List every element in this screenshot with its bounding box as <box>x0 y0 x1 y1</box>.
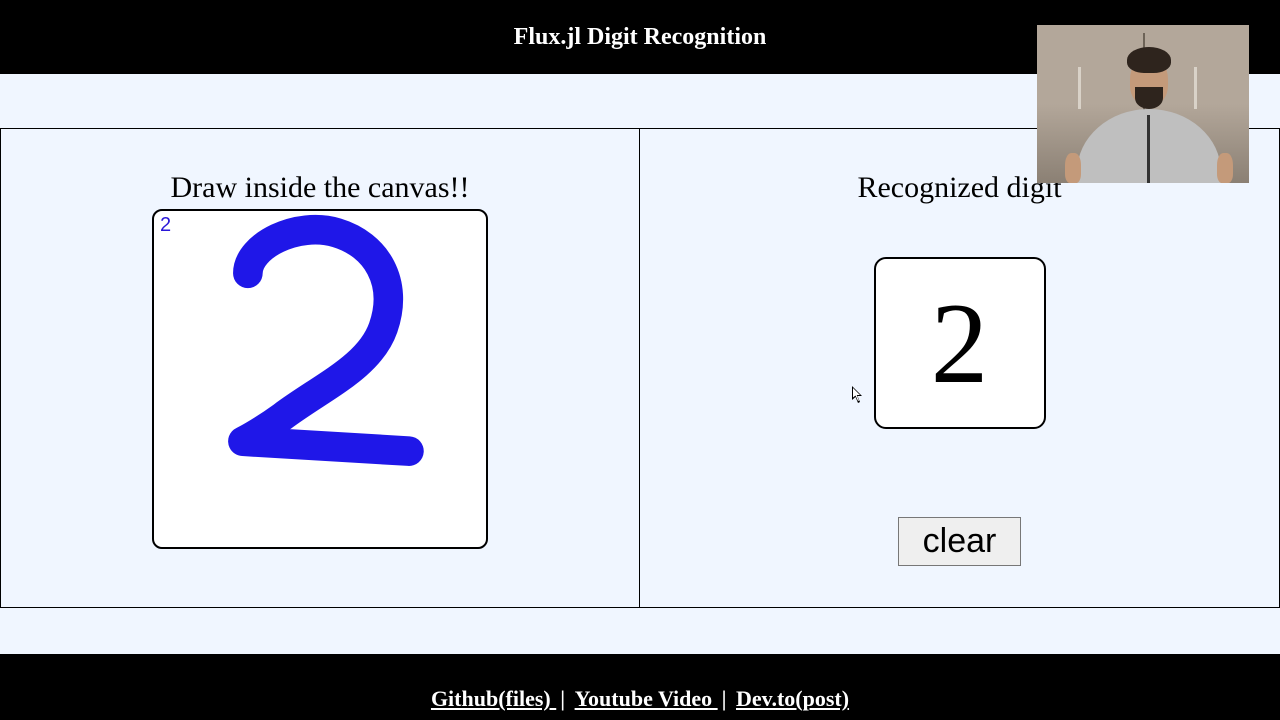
footer-link-devto[interactable]: Dev.to(post) <box>736 686 849 711</box>
footer-link-github[interactable]: Github(files) <box>431 686 556 711</box>
webcam-overlay <box>1037 25 1249 183</box>
draw-heading: Draw inside the canvas!! <box>170 171 469 205</box>
predicted-digit-box: 2 <box>874 257 1046 429</box>
app-footer: Github(files) | Youtube Video | Dev.to(p… <box>0 654 1280 720</box>
footer-separator: | <box>560 686 570 711</box>
clear-button[interactable]: clear <box>898 517 1022 566</box>
result-panel: Recognized digit 2 clear <box>640 129 1279 607</box>
draw-canvas[interactable]: 2 <box>152 209 488 549</box>
draw-panel: Draw inside the canvas!! 2 <box>1 129 640 607</box>
footer-link-youtube[interactable]: Youtube Video <box>575 686 718 711</box>
drawn-stroke <box>154 211 486 547</box>
footer-separator: | <box>722 686 732 711</box>
result-heading: Recognized digit <box>857 171 1061 205</box>
predicted-digit: 2 <box>931 286 989 401</box>
page-title: Flux.jl Digit Recognition <box>514 24 767 51</box>
panels-container: Draw inside the canvas!! 2 Recognized di… <box>0 128 1280 608</box>
